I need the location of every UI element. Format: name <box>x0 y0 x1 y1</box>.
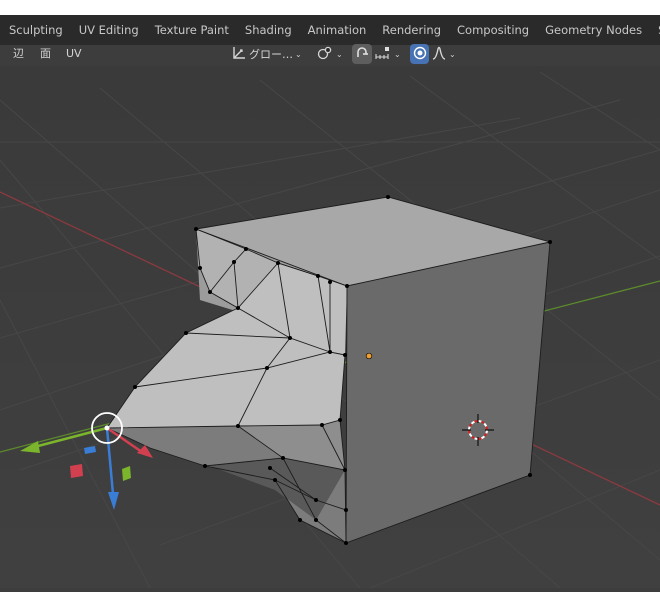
chevron-down-icon: ⌄ <box>449 49 456 59</box>
workspace-tabs: Sculpting UV Editing Texture Paint Shadi… <box>0 15 660 45</box>
proportional-editing-icon <box>413 46 427 63</box>
menu-face[interactable]: 面 <box>40 42 51 66</box>
viewport-canvas[interactable] <box>0 66 660 589</box>
object-origin <box>365 352 373 360</box>
chevron-down-icon: ⌄ <box>394 49 401 59</box>
tab-compositing[interactable]: Compositing <box>448 15 536 45</box>
menu-uv[interactable]: UV <box>66 42 82 66</box>
chevron-down-icon: ⌄ <box>336 49 343 59</box>
tab-animation[interactable]: Animation <box>299 15 374 45</box>
snap-target-dropdown[interactable]: ⌄ <box>374 44 404 64</box>
tab-scripting[interactable]: Scripting <box>649 15 660 45</box>
tab-rendering[interactable]: Rendering <box>373 15 448 45</box>
viewport-header: 辺 面 UV グロー… ⌄ ⌄ ⌄ ⌄ <box>0 42 660 66</box>
snap-increment-icon <box>374 45 392 64</box>
transform-orientation-dropdown[interactable]: グロー… ⌄ <box>231 44 310 64</box>
menu-edge[interactable]: 辺 <box>13 42 24 66</box>
pivot-point-icon <box>316 45 334 64</box>
tab-sculpting[interactable]: Sculpting <box>0 15 70 45</box>
tab-uv-editing[interactable]: UV Editing <box>70 15 146 45</box>
falloff-curve-icon <box>431 45 447 64</box>
snap-icon <box>354 45 370 64</box>
snap-toggle[interactable] <box>352 44 372 64</box>
3d-viewport[interactable] <box>0 66 660 589</box>
transform-orientation-icon <box>231 45 247 64</box>
proportional-falloff-dropdown[interactable]: ⌄ <box>431 44 461 64</box>
top-strip <box>0 0 660 15</box>
chevron-down-icon: ⌄ <box>295 49 302 59</box>
transform-orientation-value: グロー… <box>249 48 293 61</box>
pivot-point-dropdown[interactable]: ⌄ <box>316 44 348 64</box>
tab-shading[interactable]: Shading <box>236 15 299 45</box>
proportional-editing-toggle[interactable] <box>410 44 429 64</box>
tab-geometry-nodes[interactable]: Geometry Nodes <box>536 15 649 45</box>
tab-texture-paint[interactable]: Texture Paint <box>146 15 236 45</box>
